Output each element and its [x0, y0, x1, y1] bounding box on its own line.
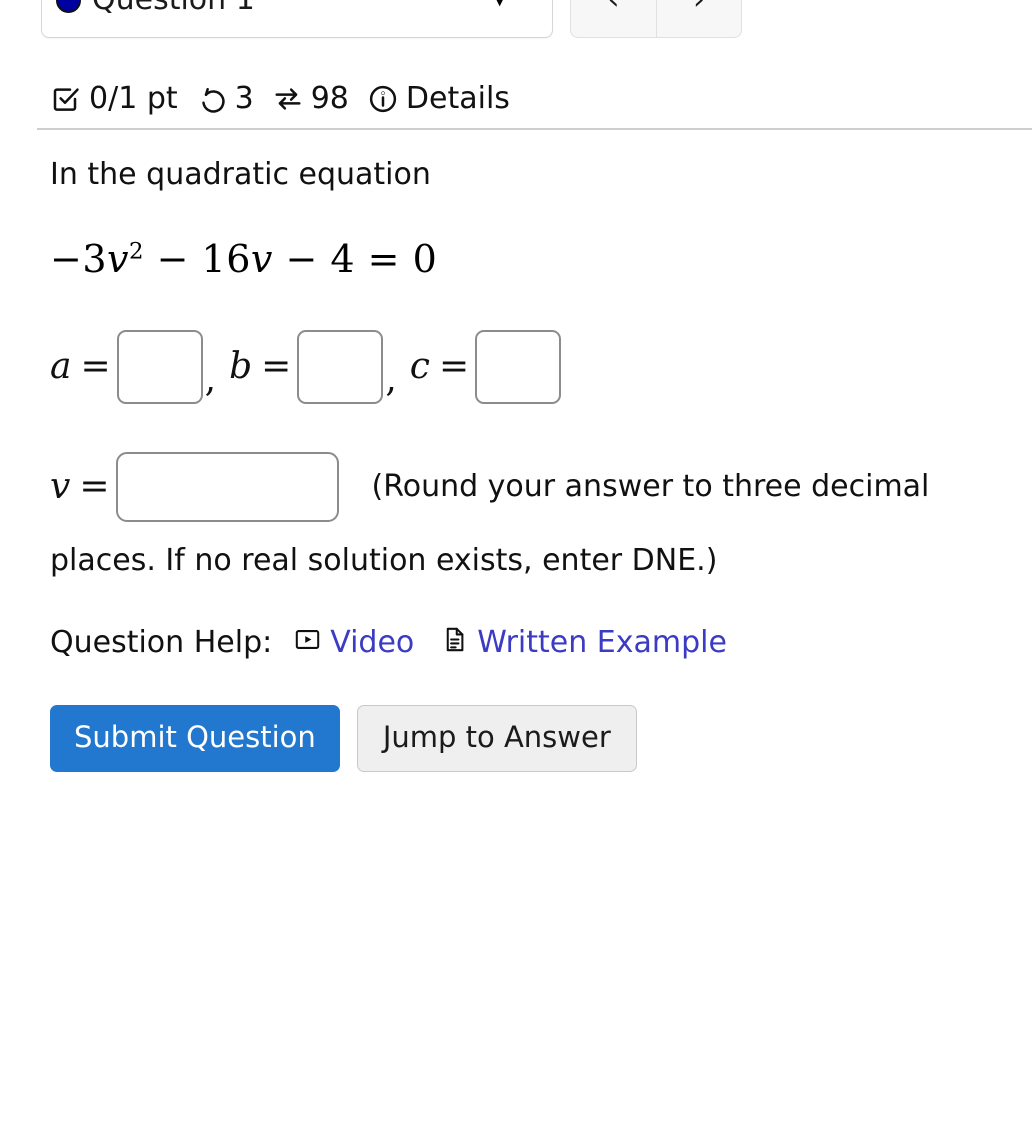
- solution-variable-label: v: [50, 466, 71, 507]
- versions-value: 98: [310, 81, 349, 116]
- attempts-value: 3: [234, 81, 254, 116]
- video-play-icon: [294, 626, 321, 659]
- exchange-arrows-icon: [273, 84, 303, 114]
- coefficient-b-equals: =: [261, 346, 292, 387]
- points-value: 0/1 pt: [89, 81, 178, 116]
- equation-equals-zero: = 0: [367, 237, 438, 281]
- checkbox-check-icon: [50, 84, 80, 114]
- question-selector-dropdown[interactable]: Question 1 ▼: [41, 0, 553, 38]
- rounding-note-line2: places. If no real solution exists, ente…: [50, 543, 718, 578]
- undo-arrow-icon: [197, 84, 227, 114]
- question-help-row: Question Help: Video Written Example: [50, 626, 1000, 659]
- chevron-down-icon: ▼: [492, 0, 507, 8]
- jump-to-answer-button[interactable]: Jump to Answer: [356, 705, 637, 772]
- action-button-row: Submit Question Jump to Answer: [50, 705, 1000, 772]
- rounding-note-line1: (Round your answer to three decimal: [371, 469, 930, 504]
- written-example-help-label: Written Example: [477, 624, 727, 660]
- coefficient-a-equals: =: [80, 346, 111, 387]
- question-body: In the quadratic equation −3v2 − 16v − 4…: [50, 152, 1000, 772]
- coefficient-b-input[interactable]: [297, 330, 384, 404]
- quadratic-equation: −3v2 − 16v − 4 = 0: [50, 240, 1000, 278]
- info-circle-icon[interactable]: [368, 84, 398, 114]
- coefficient-a-label: a: [50, 346, 72, 387]
- equation-variable: v: [107, 237, 129, 281]
- coefficient-c-label: c: [409, 346, 430, 387]
- coefficient-c-input[interactable]: [475, 330, 562, 404]
- video-help-link[interactable]: Video: [294, 626, 414, 659]
- previous-question-button[interactable]: ‹: [570, 0, 656, 38]
- question-meta-line: 0/1 pt 3 98 Details: [50, 77, 519, 121]
- question-help-label: Question Help:: [50, 624, 273, 660]
- coefficient-b-label: b: [229, 346, 253, 387]
- comma-separator-1: ,: [204, 359, 217, 400]
- details-link[interactable]: Details: [406, 84, 510, 114]
- coefficient-a-input[interactable]: [116, 330, 203, 404]
- equation-exponent: 2: [129, 238, 145, 265]
- question-navigation-bar: Question 1 ▼ ‹ ›: [0, 0, 1032, 40]
- question-selector-label: Question 1: [92, 0, 255, 15]
- coefficient-input-row: a = , b = , c =: [50, 330, 1000, 404]
- question-prompt: In the quadratic equation: [50, 157, 431, 192]
- submit-question-button[interactable]: Submit Question: [50, 705, 340, 772]
- written-example-help-link[interactable]: Written Example: [441, 626, 727, 659]
- coefficient-c-equals: =: [438, 346, 470, 387]
- solution-input[interactable]: [115, 452, 339, 522]
- comma-separator-2: ,: [385, 359, 397, 400]
- next-question-button[interactable]: ›: [656, 0, 742, 38]
- header-divider: [37, 128, 1032, 130]
- equation-coefficient-a: −3: [50, 237, 108, 281]
- solution-equals: =: [79, 466, 110, 507]
- equation-term-c: − 4: [285, 237, 356, 281]
- document-text-icon: [441, 626, 468, 659]
- solution-input-row: v = (Round your answer to three decimal: [50, 452, 1000, 522]
- question-status-dot: [56, 0, 81, 13]
- equation-variable-2: v: [250, 237, 273, 281]
- video-help-label: Video: [330, 624, 415, 660]
- equation-term-b: − 16: [156, 237, 251, 281]
- prev-next-button-group: ‹ ›: [570, 0, 742, 38]
